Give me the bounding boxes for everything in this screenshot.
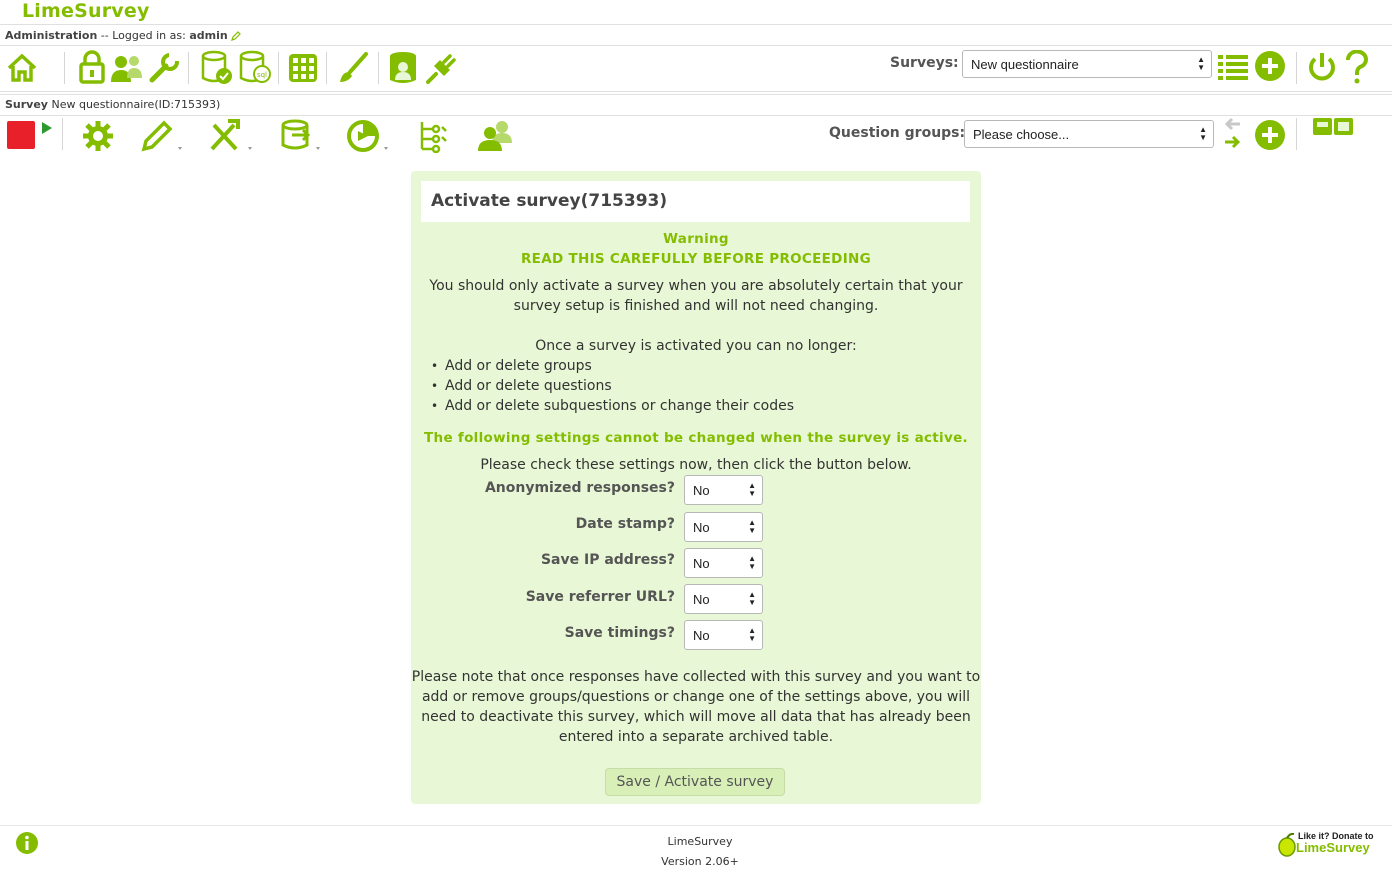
select-arrows-icon: ▲ ▼ (1197, 55, 1205, 72)
toolbar-separator (1296, 52, 1297, 84)
pencil-icon[interactable] (140, 119, 188, 153)
select-arrows-icon: ▲ ▼ (748, 590, 756, 607)
plugin-icon[interactable] (424, 52, 458, 84)
footer-brand[interactable]: LimeSurvey (0, 835, 1392, 848)
username: admin (189, 29, 228, 42)
question-groups-select-value: Please choose... (973, 127, 1070, 142)
add-group-icon[interactable] (1254, 119, 1286, 151)
toolbar-separator (1296, 118, 1297, 150)
survey-toolbar: Question groups: Please choose... ▲ ▼ (0, 116, 1392, 156)
save-ip-value: No (693, 556, 710, 571)
lime-logo-icon (1278, 833, 1296, 857)
save-referrer-label: Save referrer URL? (525, 589, 675, 605)
select-arrows-icon: ▲ ▼ (748, 518, 756, 535)
save-ip-label: Save IP address? (540, 552, 675, 568)
warning-heading: Warning (663, 231, 729, 247)
admin-bar: Administration -- Logged in as: admin (0, 24, 1392, 46)
select-arrows-icon: ▲ ▼ (748, 481, 756, 498)
intro-text-line2: survey setup is finished and will not ne… (513, 298, 879, 314)
save-referrer-select[interactable]: No ▲ ▼ (684, 584, 763, 614)
save-timings-select[interactable]: No ▲ ▼ (684, 620, 763, 650)
list-item: Add or delete questions (431, 376, 794, 396)
settings-warning: The following settings cannot be changed… (424, 430, 968, 446)
anonymized-value: No (693, 483, 710, 498)
survey-bar: Survey New questionnaire(ID:715393) (0, 94, 1392, 116)
database-check-icon[interactable] (200, 50, 234, 86)
activate-survey-panel: Activate survey(715393) Warning READ THI… (411, 171, 981, 804)
restrictions-list: Add or delete groups Add or delete quest… (431, 356, 794, 416)
footer-divider (0, 825, 1392, 826)
warning-subheading: READ THIS CAREFULLY BEFORE PROCEEDING (520, 251, 871, 267)
anonymized-label: Anonymized responses? (484, 480, 675, 496)
logout-icon[interactable] (1306, 50, 1338, 84)
toolbar-separator (378, 52, 379, 84)
survey-name: New questionnaire(ID:715393) (51, 98, 221, 111)
responses-icon[interactable] (280, 119, 328, 153)
list-item: Add or delete groups (431, 356, 794, 376)
database-sql-icon[interactable]: sql (238, 50, 272, 86)
nav-arrows-icon[interactable] (1222, 116, 1244, 152)
note-line3: need to deactivate this survey, which wi… (421, 709, 971, 725)
organize-icon[interactable] (418, 119, 450, 153)
note-line4: entered into a separate archived table. (558, 729, 834, 745)
question-groups-select[interactable]: Please choose... ▲ ▼ (964, 120, 1214, 148)
database-user-icon[interactable] (386, 50, 420, 86)
main-toolbar: sql Surveys: New questionnaire ▲ ▼ (0, 46, 1392, 92)
intro-text-line1: You should only activate a survey when y… (429, 278, 963, 294)
date-stamp-select[interactable]: No ▲ ▼ (684, 512, 763, 542)
edit-profile-icon[interactable] (231, 31, 242, 41)
help-icon[interactable] (1344, 50, 1370, 84)
save-timings-value: No (693, 628, 710, 643)
date-stamp-value: No (693, 520, 710, 535)
wrench-icon[interactable] (148, 52, 180, 84)
note-line2: add or remove groups/questions or change… (421, 689, 971, 705)
check-settings-text: Please check these settings now, then cl… (480, 457, 912, 473)
grid-icon[interactable] (287, 52, 319, 84)
tools-icon[interactable] (208, 119, 258, 153)
list-item: Add or delete subquestions or change the… (431, 396, 794, 416)
play-icon[interactable] (40, 121, 54, 135)
admin-label[interactable]: Administration (5, 29, 97, 42)
anonymized-select[interactable]: No ▲ ▼ (684, 475, 763, 505)
save-ip-select[interactable]: No ▲ ▼ (684, 548, 763, 578)
select-arrows-icon: ▲ ▼ (748, 554, 756, 571)
surveys-label: Surveys: (890, 55, 959, 71)
toolbar-separator (64, 52, 65, 84)
layout-toggle-icon[interactable] (1312, 116, 1354, 138)
home-icon[interactable] (6, 52, 38, 84)
participants-icon[interactable] (476, 119, 514, 153)
app-title: LimeSurvey (22, 0, 150, 22)
quotas-icon[interactable] (346, 119, 396, 153)
survey-label: Survey (5, 98, 48, 111)
donate-banner[interactable]: Like it? Donate to LimeSurvey (1278, 829, 1388, 859)
surveys-select[interactable]: New questionnaire ▲ ▼ (962, 50, 1212, 78)
footer-version: Version 2.06+ (661, 855, 739, 868)
activate-survey-button[interactable]: Save / Activate survey (605, 768, 785, 796)
save-timings-label: Save timings? (564, 625, 675, 641)
toolbar-separator (62, 118, 63, 150)
date-stamp-label: Date stamp? (575, 516, 675, 532)
users-icon[interactable] (110, 52, 144, 84)
toolbar-separator (188, 52, 189, 84)
stop-icon[interactable] (7, 121, 35, 149)
add-survey-icon[interactable] (1254, 50, 1286, 82)
question-groups-label: Question groups: (829, 125, 966, 141)
note-line1: Please note that once responses have col… (411, 669, 981, 685)
lock-icon[interactable] (78, 50, 106, 84)
surveys-select-value: New questionnaire (971, 57, 1079, 72)
select-arrows-icon: ▲ ▼ (748, 626, 756, 643)
gear-icon[interactable] (80, 119, 116, 153)
list-icon[interactable] (1217, 52, 1249, 82)
panel-title: Activate survey(715393) (421, 181, 970, 222)
logged-in-label: -- Logged in as: (100, 29, 186, 42)
select-arrows-icon: ▲ ▼ (1199, 125, 1207, 142)
brush-icon[interactable] (336, 52, 370, 84)
svg-text:sql: sql (257, 71, 267, 79)
toolbar-separator (326, 52, 327, 84)
donate-brand: LimeSurvey (1296, 840, 1370, 855)
once-activated-text: Once a survey is activated you can no lo… (535, 338, 857, 354)
save-referrer-value: No (693, 592, 710, 607)
toolbar-separator (278, 52, 279, 84)
